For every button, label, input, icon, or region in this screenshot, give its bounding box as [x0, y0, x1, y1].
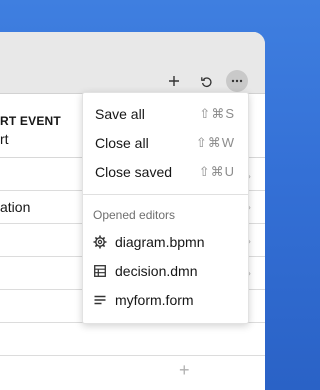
shortcut-label: ⇧⌘W [195, 135, 235, 150]
row-text: ation [0, 199, 31, 215]
add-row-button[interactable]: + [179, 360, 190, 381]
editor-label: diagram.bpmn [115, 234, 205, 250]
menu-divider [83, 194, 248, 195]
table-row[interactable] [0, 323, 265, 356]
title-bar [0, 32, 265, 94]
shortcut-label: ⇧⌘S [199, 106, 235, 121]
gear-icon [93, 235, 107, 249]
editor-item-form[interactable]: myform.form [93, 289, 194, 311]
menu-item-save-all[interactable]: Save all ⇧⌘S [83, 99, 248, 128]
menu-item-label: Close saved [95, 163, 173, 180]
editor-item-decision[interactable]: decision.dmn [93, 260, 198, 282]
editor-label: decision.dmn [115, 263, 198, 279]
editor-item-diagram[interactable]: diagram.bpmn [93, 231, 205, 253]
column-title: RT EVENT [0, 114, 61, 128]
menu-item-close-saved[interactable]: Close saved ⇧⌘U [83, 157, 248, 186]
overflow-menu: Save all ⇧⌘S Close all ⇧⌘W Close saved ⇧… [82, 92, 249, 324]
menu-item-label: Save all [95, 105, 145, 122]
menu-item-close-all[interactable]: Close all ⇧⌘W [83, 128, 248, 157]
editor-label: myform.form [115, 292, 194, 308]
more-icon[interactable] [226, 70, 248, 92]
plus-icon[interactable] [163, 70, 185, 92]
section-title: Opened editors [93, 208, 176, 222]
form-icon [93, 293, 107, 307]
column-subtitle: rt [0, 131, 9, 147]
undo-icon[interactable] [195, 70, 217, 92]
menu-item-label: Close all [95, 134, 149, 151]
table-icon [93, 264, 107, 278]
shortcut-label: ⇧⌘U [198, 164, 235, 179]
